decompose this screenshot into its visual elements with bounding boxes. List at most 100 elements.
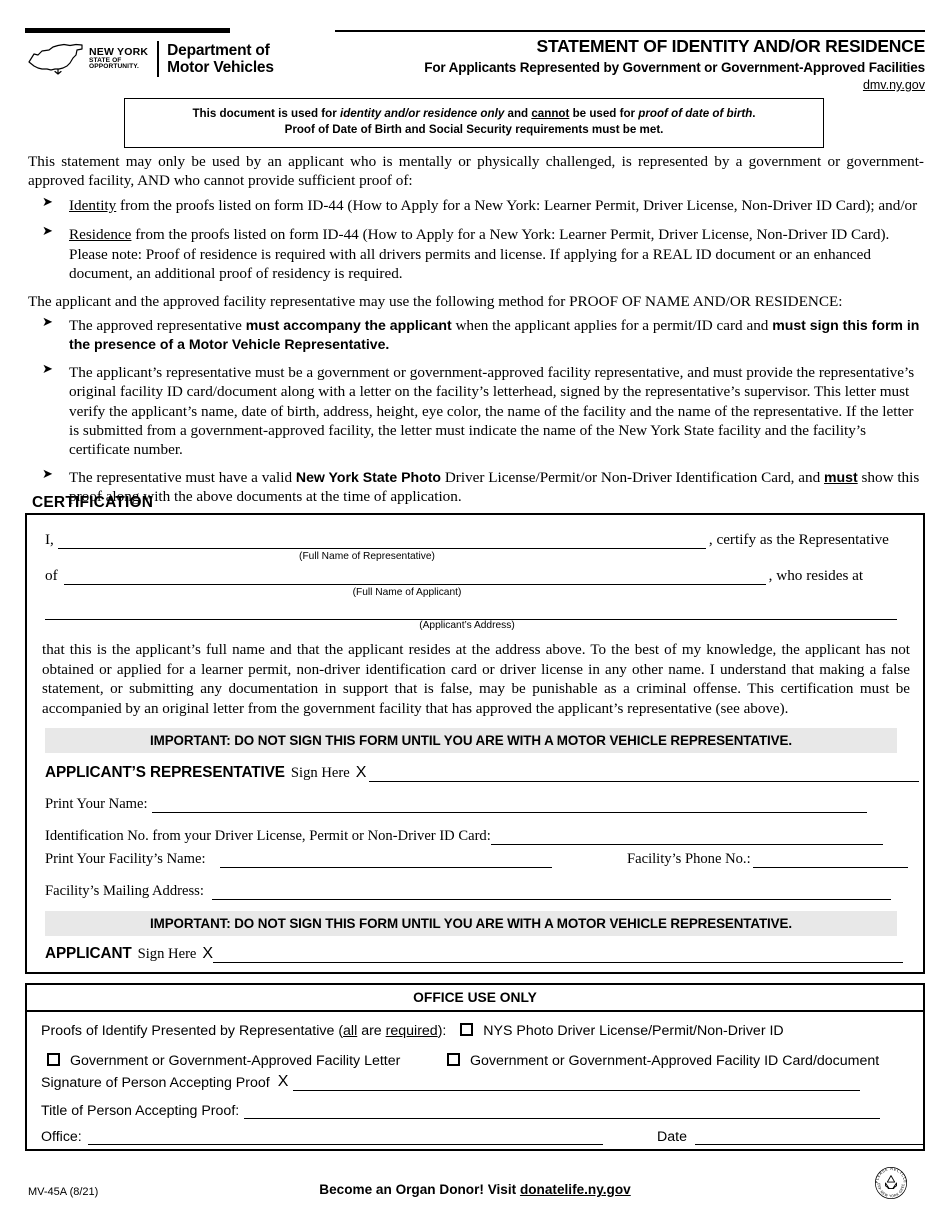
method-list: ➤ The approved representative must accom…	[28, 315, 924, 514]
facility-letter-checkbox-row: Government or Government-Approved Facili…	[47, 1053, 400, 1069]
bullet-arrow-icon: ➤	[42, 224, 53, 240]
new-york-state-outline-icon	[28, 43, 83, 75]
header-rule-right	[335, 30, 925, 32]
checkbox-facility-letter[interactable]	[47, 1053, 60, 1066]
important-notice-bar-1: IMPORTANT: DO NOT SIGN THIS FORM UNTIL Y…	[45, 728, 897, 753]
caption-full-name-representative: (Full Name of Representative)	[299, 551, 435, 562]
office-label: Office:	[41, 1129, 82, 1145]
print-name-label: Print Your Name:	[45, 796, 148, 812]
accepting-signature-label: Signature of Person Accepting Proof	[41, 1075, 270, 1091]
bullet-arrow-icon: ➤	[42, 195, 53, 210]
applicant-signature-row: APPLICANT Sign Here X	[45, 945, 904, 963]
print-name-row: Print Your Name:	[45, 796, 867, 813]
facility-address-input[interactable]	[211, 885, 891, 900]
bullet-keyword: Identity	[69, 197, 117, 214]
certification-section-heading: CERTIFICATION	[32, 494, 154, 511]
facility-address-label: Facility’s Mailing Address:	[45, 883, 204, 899]
organ-donor-text: Become an Organ Donor! Visit	[319, 1182, 520, 1197]
identification-number-row: Identification No. from your Driver Lice…	[45, 828, 883, 845]
office-row: Office:	[41, 1129, 603, 1145]
bullet-arrow-icon: ➤	[42, 466, 53, 482]
header-rule-left	[25, 28, 230, 33]
agency-name-line-1: Department of	[167, 41, 270, 59]
method-b3-part1: The representative must have a valid	[69, 468, 296, 486]
accepting-title-label: Title of Person Accepting Proof:	[41, 1103, 240, 1119]
method-b3-underline: must	[823, 468, 858, 485]
signature-x-marker: X	[202, 945, 214, 962]
important-notice-bar-2: IMPORTANT: DO NOT SIGN THIS FORM UNTIL Y…	[45, 911, 897, 936]
organ-donor-message: Become an Organ Donor! Visit donatelife.…	[0, 1182, 950, 1197]
caption-applicant-address: (Applicant’s Address)	[419, 620, 515, 631]
recycle-seal-icon: PLEASE RECYCLE KEEP NEW YORK GREEN	[868, 1160, 908, 1200]
donatelife-link[interactable]: donatelife.ny.gov	[520, 1182, 631, 1197]
certify-of-label: of	[45, 567, 58, 584]
representative-signature-input[interactable]	[369, 767, 920, 782]
certify-i-label: I,	[45, 531, 54, 548]
proofs-presented-row: Proofs of Identify Presented by Represen…	[41, 1023, 784, 1039]
list-item: ➤ Identity from the proofs listed on for…	[28, 195, 924, 215]
proofs-label-part2: are	[357, 1023, 386, 1039]
dmv-website-link[interactable]: dmv.ny.gov	[424, 78, 925, 92]
proofs-label-required: required	[385, 1023, 438, 1039]
applicant-address-input[interactable]	[45, 605, 897, 620]
facility-phone-label: Facility’s Phone No.:	[627, 851, 751, 867]
checkbox-facility-letter-label: Government or Government-Approved Facili…	[69, 1053, 401, 1069]
method-intro-paragraph: The applicant and the approved facility …	[28, 293, 843, 310]
facility-name-row: Print Your Facility’s Name:	[45, 851, 552, 868]
checkbox-nys-photo-license-label: NYS Photo Driver License/Permit/Non-Driv…	[483, 1023, 784, 1039]
method-b2-text: The applicant’s representative must be a…	[69, 363, 915, 459]
facility-phone-input[interactable]	[752, 853, 908, 868]
agency-name: Department of Motor Vehicles	[167, 42, 274, 77]
facility-name-label: Print Your Facility’s Name:	[45, 851, 206, 867]
applicant-name-row: of , who resides at	[45, 567, 863, 585]
facility-name-input[interactable]	[219, 853, 552, 868]
bullet-text: from the proofs listed on form ID-44 (Ho…	[69, 226, 890, 283]
sign-here-label: Sign Here	[137, 946, 197, 962]
facility-id-checkbox-row: Government or Government-Approved Facili…	[447, 1053, 879, 1069]
representative-name-input[interactable]	[57, 534, 706, 549]
checkbox-nys-photo-license[interactable]	[460, 1023, 474, 1036]
method-b1-part1: The approved representative	[69, 317, 246, 334]
method-b1-part2: when the applicant applies for a permit/…	[451, 317, 773, 334]
applicant-signature-input[interactable]	[213, 948, 904, 963]
sign-here-label: Sign Here	[290, 765, 350, 781]
date-input[interactable]	[694, 1130, 925, 1145]
certification-box: I, , certify as the Representative (Full…	[25, 513, 925, 974]
bullet-keyword: Residence	[69, 226, 132, 244]
svg-text:PLEASE RECYCLE: PLEASE RECYCLE	[874, 1166, 908, 1183]
facility-phone-row: Facility’s Phone No.:	[627, 851, 908, 868]
print-name-input[interactable]	[151, 798, 867, 813]
method-b1-bold1: must accompany the applicant	[245, 317, 452, 333]
identification-number-input[interactable]	[490, 830, 883, 845]
list-item: ➤ Residence from the proofs listed on fo…	[28, 224, 924, 283]
representative-sign-label: APPLICANT’S REPRESENTATIVE	[45, 764, 285, 781]
bullet-text: from the proofs listed on form ID-44 (Ho…	[116, 197, 918, 214]
list-item: ➤ The approved representative must accom…	[28, 315, 924, 355]
list-item: ➤ The applicant’s representative must be…	[28, 362, 924, 460]
checkbox-facility-id-card-label: Government or Government-Approved Facili…	[469, 1053, 880, 1069]
notice-line-2: Proof of Date of Birth and Social Securi…	[284, 123, 664, 137]
notice-line-1: This document is used for identity and/o…	[192, 107, 756, 120]
certify-tail-label: , certify as the Representative	[708, 531, 889, 548]
svg-text:KEEP NEW YORK GREEN: KEEP NEW YORK GREEN	[868, 1160, 905, 1198]
resides-tail-label: , who resides at	[768, 567, 864, 584]
office-input[interactable]	[87, 1130, 603, 1145]
checkbox-facility-id-card[interactable]	[447, 1053, 460, 1066]
date-row: Date	[657, 1129, 925, 1145]
office-use-box: OFFICE USE ONLY Proofs of Identify Prese…	[25, 983, 925, 1151]
method-b3-bold: New York State Photo	[295, 468, 442, 485]
accepting-title-input[interactable]	[244, 1104, 881, 1119]
accepting-signature-input[interactable]	[293, 1076, 861, 1091]
page-subtitle: For Applicants Represented by Government…	[424, 60, 925, 75]
form-title-block: STATEMENT OF IDENTITY AND/OR RESIDENCE F…	[424, 36, 925, 92]
accepting-signature-row: Signature of Person Accepting Proof X	[41, 1073, 861, 1091]
signature-x-marker: X	[355, 764, 367, 781]
applicant-name-input[interactable]	[63, 570, 766, 585]
proofs-label-all: all	[343, 1023, 358, 1039]
office-use-title: OFFICE USE ONLY	[27, 985, 923, 1012]
intro-paragraph: This statement may only be used by an ap…	[28, 153, 924, 190]
method-b3-part2: Driver License/Permit/or Non-Driver Iden…	[441, 468, 824, 486]
page-title: STATEMENT OF IDENTITY AND/OR RESIDENCE	[536, 36, 926, 56]
identification-number-label: Identification No. from your Driver Lice…	[45, 828, 491, 844]
signature-x-marker: X	[277, 1073, 289, 1090]
